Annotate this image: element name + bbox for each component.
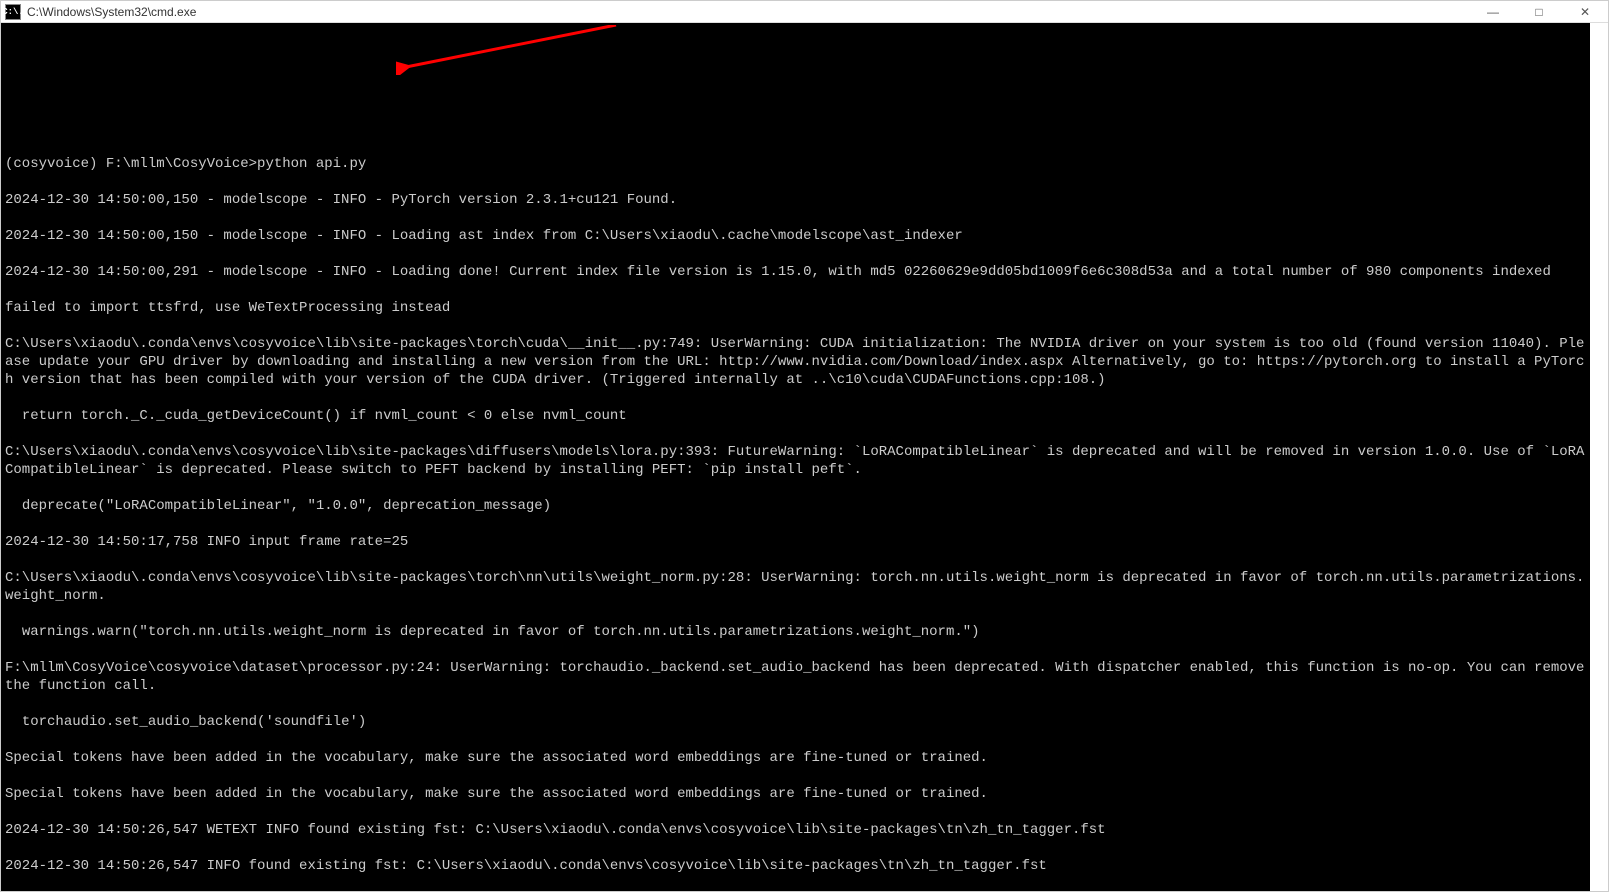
log-line: 2024-12-30 14:50:26,547 INFO found exist… [5, 857, 1586, 875]
log-line: C:\Users\xiaodu\.conda\envs\cosyvoice\li… [5, 335, 1586, 389]
scrollbar[interactable] [1590, 23, 1608, 891]
terminal-area[interactable]: (cosyvoice) F:\mllm\CosyVoice>python api… [1, 23, 1608, 891]
log-line: C:\Users\xiaodu\.conda\envs\cosyvoice\li… [5, 569, 1586, 605]
log-line: 2024-12-30 14:50:26,547 WETEXT INFO foun… [5, 821, 1586, 839]
annotation-arrow-icon [396, 25, 626, 75]
log-line: 2024-12-30 14:50:17,758 INFO input frame… [5, 533, 1586, 551]
log-line: deprecate("LoRACompatibleLinear", "1.0.0… [5, 497, 1586, 515]
window-controls: — □ ✕ [1470, 1, 1608, 22]
scrollbar-thumb[interactable] [1591, 23, 1607, 891]
log-line: failed to import ttsfrd, use WeTextProce… [5, 299, 1586, 317]
log-line: C:\Users\xiaodu\.conda\envs\cosyvoice\li… [5, 443, 1586, 479]
log-line: 2024-12-30 14:50:00,291 - modelscope - I… [5, 263, 1586, 281]
log-line: torchaudio.set_audio_backend('soundfile'… [5, 713, 1586, 731]
maximize-button[interactable]: □ [1516, 1, 1562, 22]
log-line: warnings.warn("torch.nn.utils.weight_nor… [5, 623, 1586, 641]
minimize-button[interactable]: — [1470, 1, 1516, 22]
log-line: Special tokens have been added in the vo… [5, 749, 1586, 767]
log-line: 2024-12-30 14:50:00,150 - modelscope - I… [5, 191, 1586, 209]
cmd-window: C:\. C:\Windows\System32\cmd.exe — □ ✕ (… [0, 0, 1609, 892]
log-line: 2024-12-30 14:50:00,150 - modelscope - I… [5, 227, 1586, 245]
terminal-content: (cosyvoice) F:\mllm\CosyVoice>python api… [5, 137, 1586, 891]
cmd-icon: C:\. [5, 4, 21, 20]
log-line: F:\mllm\CosyVoice\cosyvoice\dataset\proc… [5, 659, 1586, 695]
close-button[interactable]: ✕ [1562, 1, 1608, 22]
prompt-line: (cosyvoice) F:\mllm\CosyVoice>python api… [5, 155, 1586, 173]
log-line: Special tokens have been added in the vo… [5, 785, 1586, 803]
titlebar[interactable]: C:\. C:\Windows\System32\cmd.exe — □ ✕ [1, 1, 1608, 23]
log-line: return torch._C._cuda_getDeviceCount() i… [5, 407, 1586, 425]
window-title: C:\Windows\System32\cmd.exe [27, 5, 1604, 19]
